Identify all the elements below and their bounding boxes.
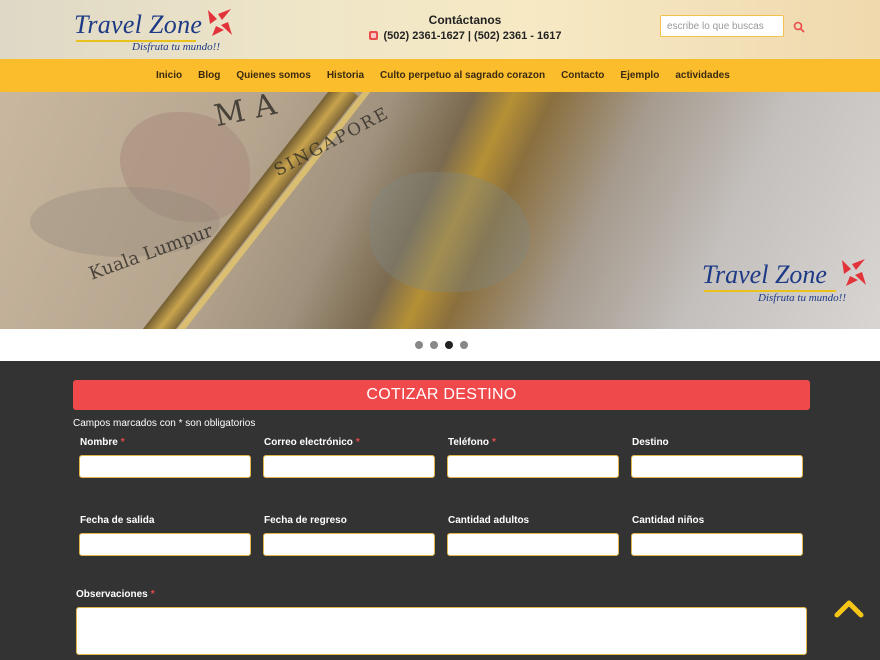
carousel-dot[interactable]: [415, 341, 423, 349]
label-fecha-regreso: Fecha de regreso: [264, 515, 347, 526]
label-correo: Correo electrónico *: [264, 437, 360, 448]
quote-form-section: COTIZAR DESTINO Campos marcados con * so…: [0, 361, 880, 660]
form-title: COTIZAR DESTINO: [73, 380, 810, 410]
contact-phones[interactable]: (502) 2361-1627 | (502) 2361 - 1617: [384, 30, 562, 42]
carousel-dot[interactable]: [460, 341, 468, 349]
carousel-dot[interactable]: [445, 341, 453, 349]
map-label: MA: [211, 92, 290, 135]
label-cantidad-ninos: Cantidad niños: [632, 515, 705, 526]
nav-item-contacto[interactable]: Contacto: [553, 59, 612, 92]
label-fecha-salida: Fecha de salida: [80, 515, 155, 526]
label-telefono: Teléfono *: [448, 437, 496, 448]
required-star: *: [150, 589, 155, 600]
nav-item-actividades[interactable]: actividades: [667, 59, 737, 92]
nav-item-historia[interactable]: Historia: [319, 59, 372, 92]
observaciones-textarea[interactable]: [76, 607, 807, 655]
nav-item-ejemplo[interactable]: Ejemplo: [612, 59, 667, 92]
carousel-dot[interactable]: [430, 341, 438, 349]
nombre-input[interactable]: [79, 455, 251, 478]
site-header: Travel Zone Disfruta tu mundo!! Contácta…: [0, 0, 880, 59]
destino-input[interactable]: [631, 455, 803, 478]
fecha-regreso-input[interactable]: [263, 533, 435, 556]
nav-item-inicio[interactable]: Inicio: [148, 59, 190, 92]
hero-brand-tagline: Disfruta tu mundo!!: [758, 292, 846, 304]
brand-logo[interactable]: Travel Zone Disfruta tu mundo!!: [72, 6, 242, 54]
nav-item-blog[interactable]: Blog: [190, 59, 228, 92]
label-cantidad-adultos: Cantidad adultos: [448, 515, 530, 526]
logo-mark-icon: [208, 9, 232, 36]
hero-brand-name: Travel Zone: [702, 260, 827, 289]
label-destino: Destino: [632, 437, 669, 448]
chevron-up-icon[interactable]: [834, 596, 864, 618]
correo-input[interactable]: [263, 455, 435, 478]
map-land-shape: [370, 172, 530, 292]
required-star: *: [120, 437, 125, 448]
telefono-input[interactable]: [447, 455, 619, 478]
cantidad-adultos-input[interactable]: [447, 533, 619, 556]
contact-title: Contáctanos: [428, 13, 502, 27]
brand-name: Travel Zone: [74, 10, 203, 39]
label-observaciones: Observaciones *: [76, 589, 155, 600]
search-input[interactable]: [660, 15, 784, 37]
contact-block: Contáctanos (502) 2361-1627 | (502) 2361…: [365, 13, 565, 42]
search-icon[interactable]: [792, 20, 806, 34]
required-star: *: [355, 437, 360, 448]
nav-item-culto-perpetuo[interactable]: Culto perpetuo al sagrado corazon: [372, 59, 553, 92]
hero-slide-image: MA Kuala Lumpur SINGAPORE Travel Zone Di…: [0, 92, 880, 329]
carousel-dots: [415, 341, 468, 349]
required-note: Campos marcados con * son obligatorios: [73, 418, 256, 429]
brand-tagline: Disfruta tu mundo!!: [132, 41, 220, 53]
required-star: *: [491, 437, 496, 448]
logo-mark-icon: [842, 259, 866, 286]
hero-brand-logo: Travel Zone Disfruta tu mundo!!: [700, 256, 870, 306]
phone-icon: [368, 31, 378, 40]
cantidad-ninos-input[interactable]: [631, 533, 803, 556]
nav-item-quienes-somos[interactable]: Quienes somos: [228, 59, 318, 92]
label-nombre: Nombre *: [80, 437, 125, 448]
contact-phones-row: (502) 2361-1627 | (502) 2361 - 1617: [365, 30, 565, 42]
main-nav: Inicio Blog Quienes somos Historia Culto…: [0, 59, 880, 92]
fecha-salida-input[interactable]: [79, 533, 251, 556]
carousel-indicator-bar: [0, 329, 880, 361]
